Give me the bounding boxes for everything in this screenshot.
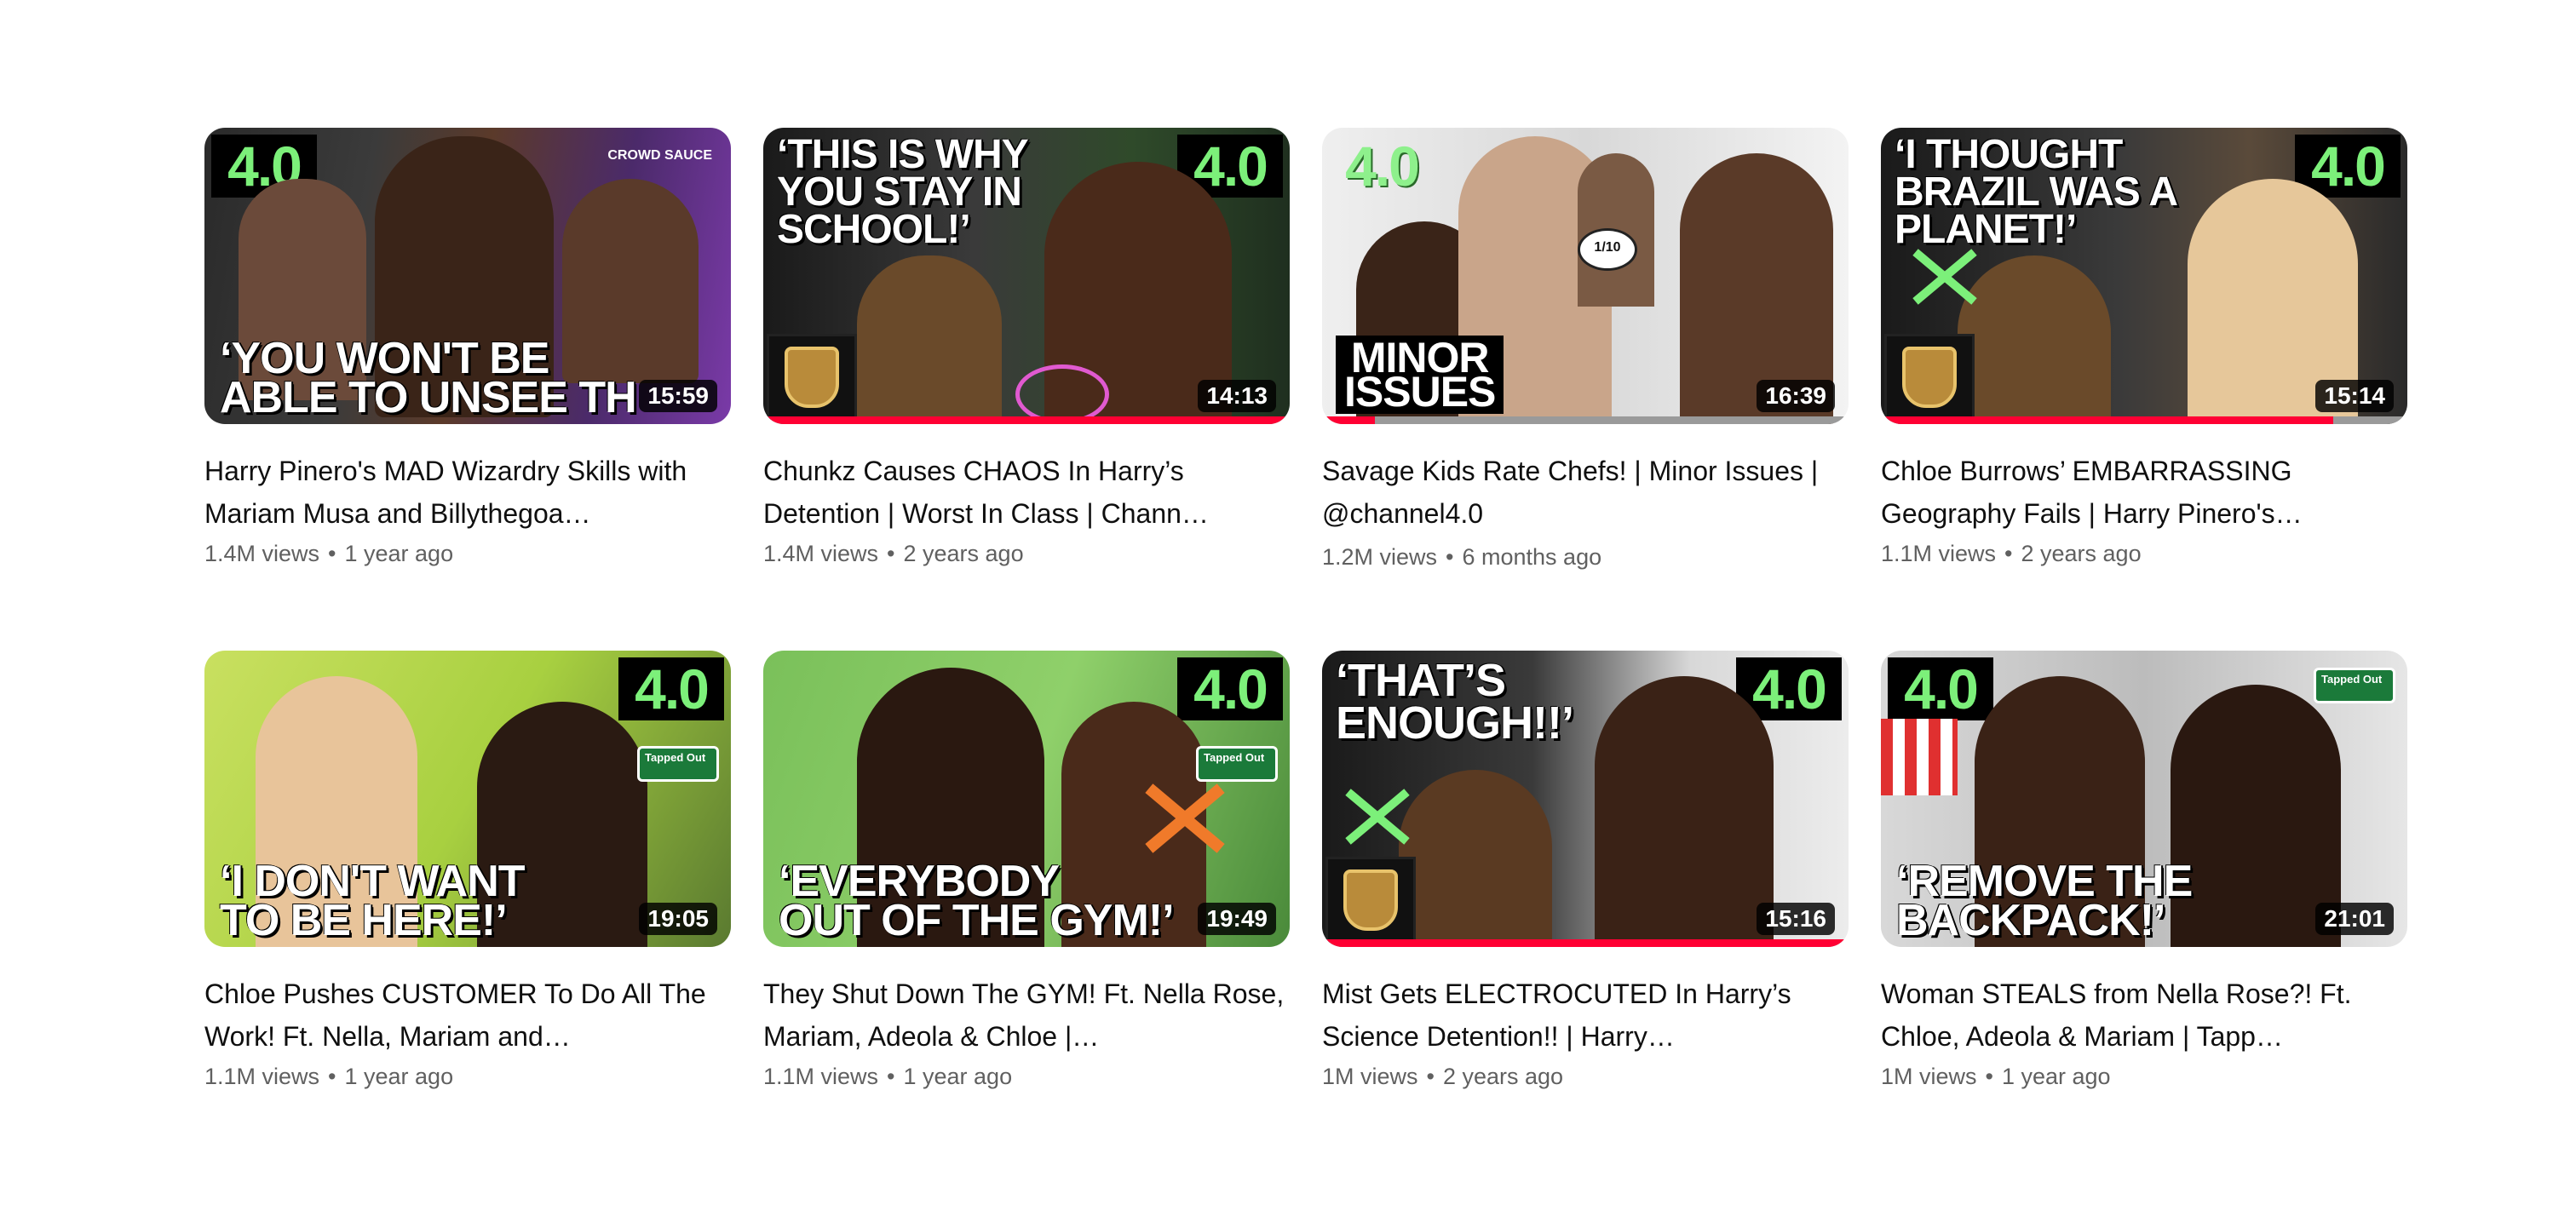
video-card[interactable]: 4.0 CROWD SAUCE ‘YOU WON'T BE ABLE TO UN… [204,128,731,571]
school-crest-icon [767,334,857,421]
separator-dot: • [1985,1064,1993,1089]
show-logo-minor-issues: MINOR ISSUES [1336,336,1504,414]
video-meta: 1.1M views • 1 year ago [763,1059,1290,1093]
watch-progress-bar [1322,939,1849,947]
video-title[interactable]: Chloe Pushes CUSTOMER To Do All The Work… [204,973,731,1058]
video-meta: 1.1M views • 1 year ago [204,1059,731,1093]
person-figure [1958,255,2111,424]
thumbnail-headline: ‘EVERYBODY OUT OF THE GYM!’ [779,857,1175,945]
view-count: 1.1M views [204,1064,320,1089]
video-thumbnail[interactable]: 4.0 ‘THAT’S ENOUGH!!’ 15:16 [1322,651,1849,947]
video-thumbnail[interactable]: 4.0 Tapped Out ‘REMOVE THE BACKPACK!’ 21… [1881,651,2407,947]
video-duration: 16:39 [1757,380,1835,412]
video-duration: 15:14 [2315,380,2394,412]
video-title[interactable]: Woman STEALS from Nella Rose?! Ft. Chloe… [1881,973,2407,1058]
progress-track [1322,416,1849,424]
upload-age: 6 months ago [1462,544,1602,570]
video-grid: 4.0 CROWD SAUCE ‘YOU WON'T BE ABLE TO UN… [0,0,2576,1205]
tapped-out-badge: Tapped Out [2314,668,2395,703]
school-crest-icon [1325,857,1416,944]
upload-age: 2 years ago [2021,541,2142,566]
video-thumbnail[interactable]: 4.0 Tapped Out ‘I DON'T WANT TO BE HERE!… [204,651,731,947]
channel-4-logo: 4.0 [1177,657,1283,720]
channel-4-logo: 4.0 [618,657,724,720]
video-title[interactable]: Savage Kids Rate Chefs! | Minor Issues |… [1322,450,1849,535]
video-card[interactable]: 4.0 Tapped Out ‘EVERYBODY OUT OF THE GYM… [763,651,1290,1093]
video-duration: 15:16 [1757,903,1835,935]
person-figure [1399,770,1552,947]
doodle-circle [1015,364,1109,424]
view-count: 1.4M views [763,541,879,566]
video-card[interactable]: 4.0 ‘THAT’S ENOUGH!!’ 15:16 Mist Gets EL… [1322,651,1849,1093]
video-card[interactable]: 4.0 ‘I THOUGHT BRAZIL WAS A PLANET!’ 15:… [1881,128,2407,571]
thumbnail-headline: ‘THAT’S ENOUGH!!’ [1336,655,1574,749]
video-meta: 1.2M views • 6 months ago [1322,540,1849,574]
person-figure [857,255,1002,424]
watch-progress-bar [1881,416,2334,424]
video-meta: 1.1M views • 2 years ago [1881,537,2407,571]
tapped-out-badge: Tapped Out [637,746,719,782]
thumbnail-headline: ‘REMOVE THE BACKPACK!’ [1896,857,2193,945]
video-duration: 21:01 [2315,903,2394,935]
video-duration: 14:13 [1198,380,1276,412]
video-card[interactable]: 1/10 4.0 MINOR ISSUES 16:39 Savage Kids … [1322,128,1849,574]
channel-4-logo: 4.0 [1888,657,1993,720]
tapped-out-badge: Tapped Out [1196,746,1278,782]
separator-dot: • [887,541,895,566]
view-count: 1.2M views [1322,544,1438,570]
separator-dot: • [2004,541,2013,566]
upload-age: 1 year ago [2001,1064,2111,1089]
view-count: 1.1M views [763,1064,879,1089]
watch-progress-bar [763,416,1290,424]
corner-brand-text: CROWD SAUCE [607,148,712,163]
separator-dot: • [887,1064,895,1089]
view-count: 1M views [1881,1064,1977,1089]
thumbnail-headline: ‘I DON'T WANT TO BE HERE!’ [220,857,526,945]
video-card[interactable]: 4.0 ‘THIS IS WHY YOU STAY IN SCHOOL!’ 14… [763,128,1290,571]
upload-age: 1 year ago [344,541,454,566]
person-figure [1595,676,1774,947]
school-crest-icon [1884,334,1975,421]
view-count: 1.4M views [204,541,320,566]
upload-age: 2 years ago [1442,1064,1564,1089]
view-count: 1M views [1322,1064,1418,1089]
upload-age: 2 years ago [903,541,1024,566]
video-card[interactable]: 4.0 Tapped Out ‘REMOVE THE BACKPACK!’ 21… [1881,651,2407,1093]
video-meta: 1M views • 1 year ago [1881,1059,2407,1093]
channel-4-logo: 4.0 [1345,135,1420,198]
video-thumbnail[interactable]: 4.0 ‘I THOUGHT BRAZIL WAS A PLANET!’ 15:… [1881,128,2407,424]
video-card[interactable]: 4.0 Tapped Out ‘I DON'T WANT TO BE HERE!… [204,651,731,1093]
separator-dot: • [1426,1064,1435,1089]
video-duration: 19:49 [1198,903,1276,935]
video-thumbnail[interactable]: 1/10 4.0 MINOR ISSUES 16:39 [1322,128,1849,424]
upload-age: 1 year ago [903,1064,1013,1089]
video-title[interactable]: Chloe Burrows’ EMBARRASSING Geography Fa… [1881,450,2407,535]
video-meta: 1.4M views • 2 years ago [763,537,1290,571]
video-thumbnail[interactable]: 4.0 ‘THIS IS WHY YOU STAY IN SCHOOL!’ 14… [763,128,1290,424]
video-meta: 1M views • 2 years ago [1322,1059,1849,1093]
video-duration: 15:59 [639,380,717,412]
video-meta: 1.4M views • 1 year ago [204,537,731,571]
thumbnail-headline: ‘YOU WON'T BE ABLE TO UNSEE TH [220,334,637,422]
video-title[interactable]: Mist Gets ELECTROCUTED In Harry’s Scienc… [1322,973,1849,1058]
striped-awning [1881,719,1958,795]
video-title[interactable]: Harry Pinero's MAD Wizardry Skills with … [204,450,731,535]
watch-progress-bar [1322,416,1375,424]
view-count: 1.1M views [1881,541,1997,566]
video-title[interactable]: They Shut Down The GYM! Ft. Nella Rose, … [763,973,1290,1058]
separator-dot: • [328,541,336,566]
separator-dot: • [1446,544,1454,570]
separator-dot: • [328,1064,336,1089]
upload-age: 1 year ago [344,1064,454,1089]
video-thumbnail[interactable]: 4.0 CROWD SAUCE ‘YOU WON'T BE ABLE TO UN… [204,128,731,424]
video-thumbnail[interactable]: 4.0 Tapped Out ‘EVERYBODY OUT OF THE GYM… [763,651,1290,947]
video-title[interactable]: Chunkz Causes CHAOS In Harry’s Detention… [763,450,1290,535]
thumbnail-headline: ‘I THOUGHT BRAZIL WAS A PLANET!’ [1895,132,2178,252]
video-duration: 19:05 [639,903,717,935]
rating-sign: 1/10 [1578,228,1637,271]
thumbnail-headline: ‘THIS IS WHY YOU STAY IN SCHOOL!’ [777,132,1029,252]
